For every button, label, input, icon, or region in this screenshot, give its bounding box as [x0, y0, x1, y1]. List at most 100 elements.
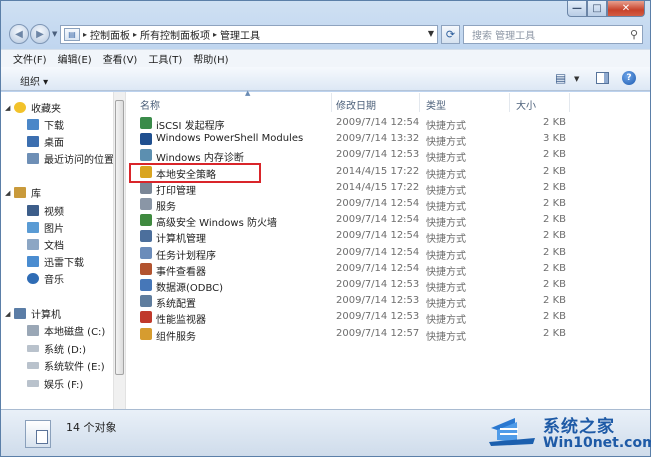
column-header-date[interactable]: 修改日期 [336, 92, 376, 112]
menu-help[interactable]: 帮助(H) [193, 51, 228, 66]
nav-libraries-label: 库 [31, 189, 41, 200]
forward-button[interactable]: ▶ [30, 24, 50, 44]
nav-item-recent[interactable]: 最近访问的位置 [27, 151, 114, 166]
nav-item-desktop[interactable]: 桌面 [27, 134, 64, 149]
nav-item-drive-c[interactable]: 本地磁盘 (C:) [27, 323, 105, 338]
file-size: 2 KB [543, 181, 566, 193]
nav-pane-scrollbar[interactable] [113, 92, 126, 409]
file-type: 快捷方式 [426, 185, 466, 197]
file-date: 2009/7/14 12:53 [336, 295, 420, 307]
file-row[interactable]: 事件查看器 2009/7/14 12:54 快捷方式 2 KB [126, 261, 650, 278]
file-row[interactable]: 高级安全 Windows 防火墙 2009/7/14 12:54 快捷方式 2 KB [126, 212, 650, 229]
file-row[interactable]: 任务计划程序 2009/7/14 12:54 快捷方式 2 KB [126, 245, 650, 262]
nav-favorites[interactable]: ◢ 收藏夹 [5, 100, 61, 115]
column-header-label: 大小 [516, 101, 536, 112]
file-row[interactable]: 组件服务 2009/7/14 12:57 快捷方式 2 KB [126, 326, 650, 343]
close-button[interactable]: ✕ [607, 1, 645, 17]
nav-item-drive-d[interactable]: 系统 (D:) [27, 341, 86, 356]
menu-tools[interactable]: 工具(T) [148, 51, 182, 66]
collapse-arrow-icon[interactable]: ◢ [5, 104, 11, 112]
powershell-icon [140, 133, 152, 146]
refresh-button[interactable]: ⟳ [441, 25, 460, 44]
memory-diagnostic-icon [140, 149, 152, 162]
file-row[interactable]: 系统配置 2009/7/14 12:53 快捷方式 2 KB [126, 293, 650, 310]
file-size: 2 KB [543, 279, 566, 290]
column-divider[interactable] [331, 93, 332, 112]
menu-view[interactable]: 查看(V) [103, 51, 138, 66]
nav-item-music[interactable]: 音乐 [27, 271, 64, 286]
view-options-icon[interactable]: ▤ [555, 71, 566, 85]
nav-item-downloads[interactable]: 下载 [27, 117, 64, 132]
column-divider[interactable] [569, 93, 570, 112]
column-header-label: 名称 [140, 101, 160, 112]
file-row[interactable]: Windows 内存诊断 2009/7/14 12:53 快捷方式 2 KB [126, 147, 650, 164]
nav-item-drive-e[interactable]: 系统软件 (E:) [27, 358, 105, 373]
minimize-button[interactable]: — [567, 1, 587, 17]
component-services-icon [140, 327, 152, 340]
nav-item-drive-f[interactable]: 娱乐 (F:) [27, 376, 83, 391]
file-row[interactable]: 性能监视器 2009/7/14 12:53 快捷方式 2 KB [126, 309, 650, 326]
windows-drive-icon [27, 325, 39, 336]
file-date: 2009/7/14 12:53 [336, 311, 420, 323]
collapse-arrow-icon[interactable]: ◢ [5, 310, 11, 318]
file-name: 数据源(ODBC) [156, 283, 224, 294]
breadcrumb-separator[interactable]: ▸ [83, 30, 87, 39]
breadcrumb-separator[interactable]: ▸ [133, 30, 137, 39]
status-folder-icon [25, 420, 51, 448]
column-divider[interactable] [509, 93, 510, 112]
breadcrumb-control-panel[interactable]: 控制面板 [90, 27, 130, 42]
file-name: 事件查看器 [156, 266, 206, 278]
column-header-type[interactable]: 类型 [426, 92, 446, 112]
address-bar[interactable]: ▤ ▸ 控制面板 ▸ 所有控制面板项 ▸ 管理工具 ▼ [60, 25, 438, 44]
computer-management-icon [140, 230, 152, 243]
nav-item-label: 系统 (D:) [44, 345, 87, 356]
preview-pane-icon[interactable] [596, 72, 609, 84]
file-size: 2 KB [543, 311, 566, 323]
magnifier-icon[interactable]: ⚲ [630, 28, 638, 41]
file-name: 打印管理 [156, 185, 196, 197]
services-icon [140, 198, 152, 210]
help-icon[interactable]: ? [622, 71, 636, 85]
nav-favorites-label: 收藏夹 [31, 104, 61, 115]
file-name: 计算机管理 [156, 234, 206, 246]
view-dropdown-icon[interactable]: ▼ [574, 75, 579, 83]
breadcrumb-all-items[interactable]: 所有控制面板项 [140, 27, 210, 42]
file-size: 2 KB [543, 214, 566, 226]
watermark-title: 系统之家 [543, 417, 615, 437]
nav-item-videos[interactable]: 视频 [27, 203, 64, 218]
recent-pages-dropdown-icon[interactable]: ▼ [52, 30, 57, 38]
breadcrumb-admin-tools[interactable]: 管理工具 [220, 27, 260, 42]
back-button[interactable]: ◀ [9, 24, 29, 44]
scrollbar-thumb[interactable] [115, 100, 124, 375]
search-input[interactable]: 搜索 管理工具 ⚲ [463, 25, 643, 44]
file-row[interactable]: 计算机管理 2009/7/14 12:54 快捷方式 2 KB [126, 228, 650, 246]
file-row[interactable]: iSCSI 发起程序 2009/7/14 12:54 快捷方式 2 KB [126, 115, 650, 132]
organize-button[interactable]: 组织 ▾ [20, 73, 48, 88]
nav-computer[interactable]: ◢ 计算机 [5, 306, 61, 321]
address-dropdown-icon[interactable]: ▼ [428, 29, 434, 38]
column-divider[interactable] [419, 93, 420, 112]
file-date: 2009/7/14 12:57 [336, 327, 420, 339]
firewall-icon [140, 214, 152, 227]
maximize-button[interactable]: □ [587, 1, 607, 17]
nav-item-pictures[interactable]: 图片 [27, 220, 64, 235]
column-header-size[interactable]: 大小 [516, 92, 536, 112]
file-date: 2009/7/14 13:32 [336, 133, 420, 145]
nav-item-documents[interactable]: 文档 [27, 237, 64, 252]
file-date: 2009/7/14 12:53 [336, 279, 420, 290]
collapse-arrow-icon[interactable]: ◢ [5, 189, 11, 197]
menu-file[interactable]: 文件(F) [13, 51, 47, 66]
file-row[interactable]: Windows PowerShell Modules 2009/7/14 13:3… [126, 131, 650, 149]
file-row[interactable]: 数据源(ODBC) 2009/7/14 12:53 快捷方式 2 KB [126, 277, 650, 294]
file-row[interactable]: 服务 2009/7/14 12:54 快捷方式 2 KB [126, 196, 650, 213]
column-header-name[interactable]: 名称 ▲ [140, 89, 250, 112]
file-size: 2 KB [543, 246, 566, 258]
star-icon [14, 102, 26, 113]
menu-edit[interactable]: 编辑(E) [58, 51, 92, 66]
file-type: 快捷方式 [426, 234, 466, 246]
breadcrumb-separator[interactable]: ▸ [213, 30, 217, 39]
file-type: 快捷方式 [426, 137, 466, 149]
nav-item-thunder-downloads[interactable]: 迅雷下载 [27, 254, 84, 269]
pictures-icon [27, 222, 39, 233]
nav-libraries[interactable]: ◢ 库 [5, 185, 41, 200]
